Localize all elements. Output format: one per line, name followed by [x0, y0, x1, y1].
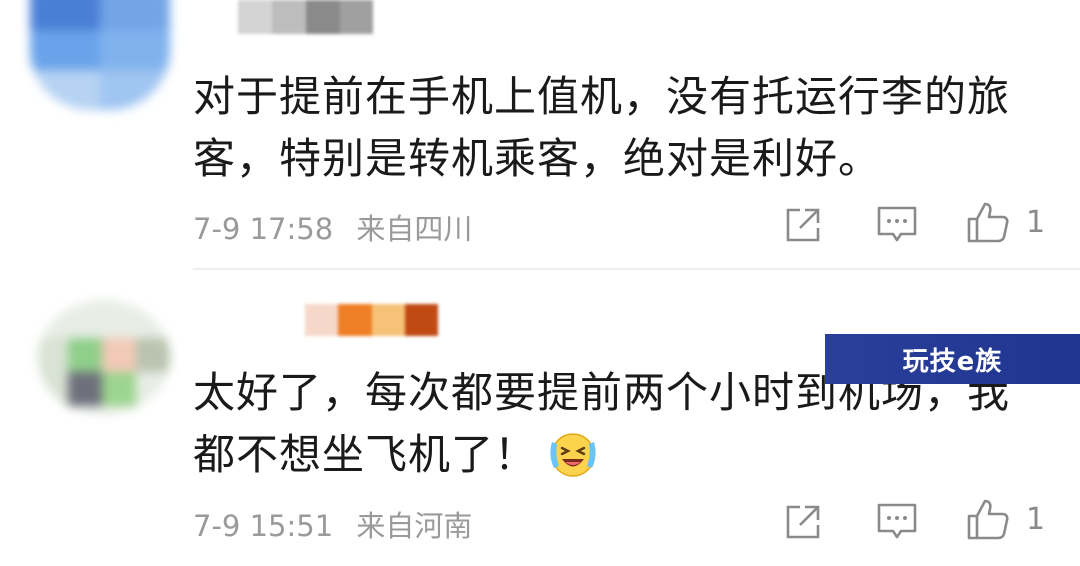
comment-list: 对于提前在手机上值机，没有托运行李的旅客，特别是转机乘客，绝对是利好。 7-9 … [0, 0, 1080, 566]
laughing-crying-emoji [550, 433, 596, 477]
thumbs-up-icon[interactable] [966, 497, 1010, 541]
comment-location: 来自河南 [356, 509, 473, 543]
watermark-logo: 玩技e族 [825, 334, 1080, 384]
watermark-text: 玩技e族 [902, 346, 1003, 377]
comment-meta: 7-9 15:51 来自河南 [193, 503, 472, 545]
comment-icon[interactable] [876, 205, 918, 245]
like-count: 1 [1026, 502, 1046, 537]
comment-time: 7-9 15:51 [193, 509, 334, 543]
comment-meta: 7-9 17:58 来自四川 [193, 206, 472, 248]
comment-time: 7-9 17:58 [193, 212, 334, 246]
comment-location: 来自四川 [356, 212, 473, 246]
share-icon[interactable] [783, 502, 823, 542]
comment-icon[interactable] [876, 502, 918, 542]
like-count: 1 [1026, 205, 1046, 240]
username[interactable] [238, 0, 373, 34]
thumbs-up-icon[interactable] [966, 200, 1010, 244]
share-icon[interactable] [783, 205, 823, 245]
comment-text-content: 太好了，每次都要提前两个小时到机场，我都不想坐飞机了！ [193, 368, 1011, 479]
avatar[interactable] [38, 300, 170, 415]
username[interactable] [305, 304, 438, 336]
divider [193, 268, 1080, 270]
avatar[interactable] [30, 0, 170, 110]
comment-text: 对于提前在手机上值机，没有托运行李的旅客，特别是转机乘客，绝对是利好。 [193, 72, 1011, 183]
